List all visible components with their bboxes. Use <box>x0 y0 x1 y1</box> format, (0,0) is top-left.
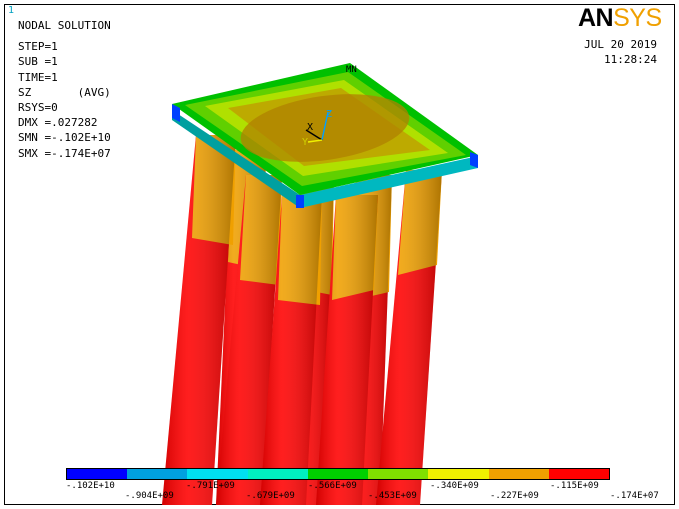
legend-label-bottom: -.453E+09 <box>368 491 417 501</box>
axis-x-label: X <box>307 122 313 133</box>
axis-z-label: Z <box>326 109 332 120</box>
legend-label-top: -.340E+09 <box>430 481 479 491</box>
contour-legend-bar <box>66 468 610 480</box>
date-label: JUL 20 2019 <box>584 38 657 51</box>
legend-label-top: -.102E+10 <box>66 481 115 491</box>
ansys-logo: ANSYS <box>578 4 662 32</box>
solution-title: NODAL SOLUTION <box>18 19 111 32</box>
legend-label-bottom: -.174E+07 <box>610 491 659 501</box>
legend-label-bottom: -.904E+09 <box>125 491 174 501</box>
axis-y-label: Y <box>302 137 308 148</box>
time-value: TIME=1 <box>18 70 58 84</box>
legend-band-9 <box>548 469 609 479</box>
legend-band-5 <box>307 469 369 479</box>
smn-value: SMN =-.102E+10 <box>18 131 111 145</box>
timestamp: JUL 20 2019 11:28:24 <box>584 37 657 67</box>
legend-band-3 <box>187 469 248 479</box>
min-marker: MN <box>346 65 357 75</box>
sub-value: SUB =1 <box>18 55 58 69</box>
legend-band-1 <box>67 469 128 479</box>
result-item: SZ (AVG) <box>18 85 111 99</box>
step-value: STEP=1 <box>18 40 58 54</box>
legend-band-6 <box>368 469 429 479</box>
rsys-value: RSYS=0 <box>18 101 58 115</box>
legend-band-4 <box>247 469 308 479</box>
legend-band-8 <box>488 469 549 479</box>
dmx-value: DMX =.027282 <box>18 116 98 130</box>
solution-info: NODAL SOLUTION STEP=1 SUB =1 TIME=1 SZ (… <box>18 18 111 161</box>
legend-label-bottom: -.679E+09 <box>246 491 295 501</box>
legend-label-bottom: -.227E+09 <box>490 491 539 501</box>
legend-band-2 <box>127 469 188 479</box>
legend-label-top: -.115E+09 <box>550 481 599 491</box>
legend-label-top: -.566E+09 <box>308 481 357 491</box>
legend-label-top: -.791E+09 <box>186 481 235 491</box>
time-label: 11:28:24 <box>604 53 657 66</box>
smx-value: SMX =-.174E+07 <box>18 146 111 160</box>
legend-band-7 <box>428 469 489 479</box>
